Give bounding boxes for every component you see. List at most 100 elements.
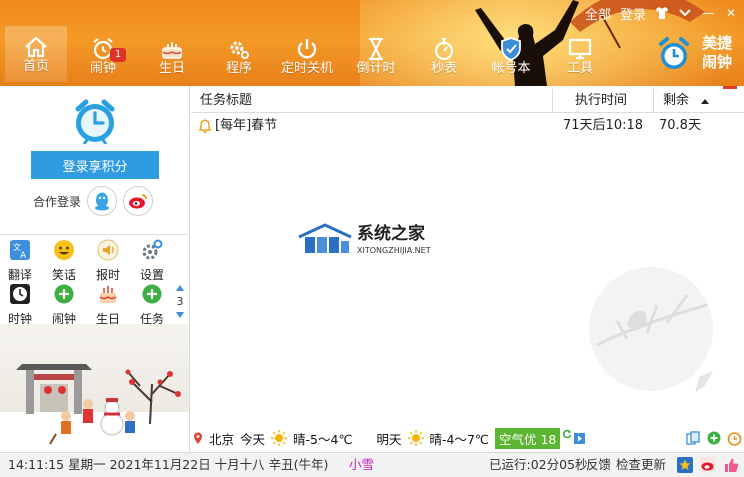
- current-datetime: 14:11:15 星期一 2021年11月22日 十月十八 辛丑(牛年): [8, 457, 329, 472]
- pager-down-icon[interactable]: [174, 309, 186, 322]
- winter-scene-illustration: [0, 324, 189, 452]
- monitor-icon: [567, 36, 593, 62]
- weather-today-desc: 晴-5～4℃: [293, 431, 353, 447]
- qq-icon: [95, 192, 110, 211]
- clock-icon: [10, 284, 30, 304]
- add-icon: [142, 284, 162, 304]
- login-link[interactable]: 登录: [620, 4, 646, 23]
- add-alarm-tool[interactable]: 闹钟: [44, 281, 84, 326]
- clock-tool[interactable]: 时钟: [0, 281, 40, 326]
- column-header-time[interactable]: 执行时间: [553, 89, 654, 113]
- brand-alarm-icon: [659, 37, 689, 69]
- tab-home[interactable]: 首页: [5, 26, 67, 82]
- add-task-tool[interactable]: 任务: [132, 281, 172, 326]
- pager-up-icon[interactable]: [174, 282, 186, 295]
- weather-city[interactable]: 北京: [209, 429, 234, 448]
- translate-tool[interactable]: 文A 翻译: [0, 237, 40, 282]
- weibo-icon: [129, 194, 147, 209]
- weather-tomorrow-label: 明天: [376, 431, 402, 447]
- top-toolbar: 首页 1 闹钟 生日 程序 定时关机 倒计时 秒表 帐号本 工具 全部 登录 —…: [0, 0, 744, 86]
- add-icon: [54, 284, 74, 304]
- alarm-clock-avatar-icon: [75, 99, 115, 144]
- table-row[interactable]: [每年]春节 71天后10:18 70.8天: [191, 115, 744, 137]
- solar-term: 小雪: [349, 457, 375, 472]
- add-icon[interactable]: [707, 431, 721, 445]
- task-time: 71天后10:18: [563, 118, 644, 133]
- pager-number: 3: [176, 295, 184, 308]
- power-icon: [294, 36, 320, 62]
- snowman-scene-image: [0, 364, 189, 452]
- tab-alarm[interactable]: 1 闹钟: [72, 4, 134, 82]
- main-panel: 任务标题 执行时间 剩余 [每年]春节 71天后10:18 70.8天 系统之家…: [191, 89, 744, 452]
- weather-today-label: 今天: [240, 431, 266, 447]
- time-announce-tool[interactable]: 报时: [88, 237, 128, 282]
- coop-login-label: 合作登录: [33, 194, 82, 209]
- shield-icon: [498, 36, 524, 62]
- cooperative-login: 合作登录: [33, 186, 154, 216]
- weibo-login-button[interactable]: [123, 186, 154, 216]
- login-points-button[interactable]: 登录享积分: [31, 151, 159, 179]
- gear-icon: [226, 36, 252, 62]
- all-link[interactable]: 全部: [585, 4, 611, 23]
- tab-stopwatch[interactable]: 秒表: [413, 4, 475, 82]
- speaker-icon: [97, 239, 119, 261]
- gear-icon: [142, 239, 163, 260]
- uptime: 已运行:02分05秒: [489, 457, 588, 472]
- sunny-icon: [271, 430, 288, 446]
- svg-text:A: A: [20, 251, 27, 261]
- sort-ascending-icon: [701, 99, 709, 104]
- quick-tools-grid: 文A 翻译 笑话 报时 设置 时钟 闹钟 生日 任务: [0, 234, 190, 326]
- left-panel: 登录享积分 合作登录 文A 翻译 笑话 报时 设置 时钟 闹钟 生日 任务 3: [0, 86, 190, 452]
- task-table-header: 任务标题 执行时间 剩余: [191, 89, 744, 113]
- refresh-icon[interactable]: [562, 429, 572, 439]
- location-pin-icon: [194, 432, 202, 444]
- translate-icon: 文A: [10, 240, 30, 261]
- tab-program[interactable]: 程序: [208, 4, 270, 82]
- tab-shutdown-timer[interactable]: 定时关机: [276, 4, 338, 82]
- stopwatch-icon: [431, 36, 457, 62]
- skin-icon[interactable]: [655, 6, 669, 20]
- window-controls: 全部 登录 — ✕: [585, 4, 738, 23]
- close-button[interactable]: ✕: [724, 6, 738, 20]
- bell-icon: [198, 119, 212, 133]
- task-title: [每年]春节: [215, 118, 278, 133]
- rating-icon[interactable]: [677, 457, 693, 473]
- copy-icon[interactable]: [686, 430, 701, 446]
- watermark-url: XITONGZHIJIA.NET: [357, 246, 431, 255]
- bird-branch-decoration: [589, 267, 713, 393]
- watermark-image: 系统之家 XITONGZHIJIA.NET: [298, 223, 431, 255]
- check-update-link[interactable]: 检查更新: [616, 453, 666, 477]
- birthday-cake-icon: [159, 36, 185, 62]
- column-header-remain[interactable]: 剩余: [654, 89, 744, 113]
- minimize-button[interactable]: —: [701, 6, 715, 20]
- tab-birthday[interactable]: 生日: [141, 4, 203, 82]
- brand-logo: 美捷 闹钟: [656, 34, 740, 74]
- status-bar: 14:11:15 星期一 2021年11月22日 十月十八 辛丑(牛年) 小雪 …: [0, 452, 744, 477]
- alarm-clock-icon[interactable]: [727, 431, 742, 446]
- column-header-title[interactable]: 任务标题: [191, 89, 553, 113]
- tools-pager: 3: [174, 282, 186, 326]
- settings-tool[interactable]: 设置: [132, 237, 172, 282]
- qq-login-button[interactable]: [87, 186, 118, 216]
- menu-chevron-icon[interactable]: [678, 6, 692, 20]
- watermark-name: 系统之家: [357, 223, 425, 244]
- hourglass-icon: [363, 36, 389, 62]
- cake-icon: [99, 286, 117, 303]
- weather-bar: 北京 今天 晴-5～4℃ 明天 晴-4～7℃ 空气优 18: [191, 427, 744, 449]
- home-icon: [23, 34, 49, 60]
- tab-account-book[interactable]: 帐号本: [480, 4, 542, 82]
- joke-tool[interactable]: 笑话: [44, 237, 84, 282]
- smiley-icon: [54, 240, 74, 260]
- feedback-link[interactable]: 反馈: [586, 453, 611, 477]
- tab-countdown[interactable]: 倒计时: [345, 4, 407, 82]
- thumbs-up-icon[interactable]: [723, 457, 739, 473]
- column-header-remain-label: 剩余: [663, 93, 690, 108]
- weather-next-icon[interactable]: [574, 432, 586, 444]
- sunny-icon: [407, 430, 424, 446]
- brand-name-line1: 美捷: [701, 34, 732, 52]
- birthday-tool[interactable]: 生日: [88, 281, 128, 326]
- weibo-icon[interactable]: [700, 457, 716, 473]
- task-remain: 70.8天: [659, 118, 701, 133]
- weather-tomorrow-desc: 晴-4～7℃: [429, 431, 489, 447]
- air-quality-badge: 空气优 18: [494, 427, 561, 449]
